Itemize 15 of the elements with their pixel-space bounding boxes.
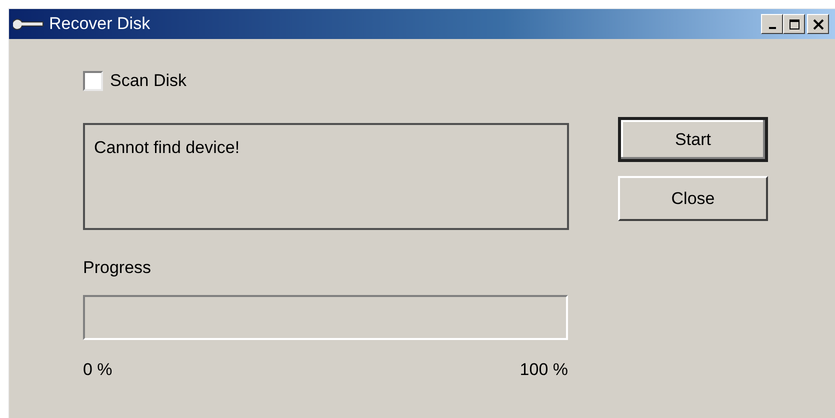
- scan-disk-checkbox[interactable]: [83, 70, 103, 91]
- maximize-icon: [788, 18, 800, 30]
- message-text: Cannot find device!: [94, 138, 240, 156]
- maximize-button[interactable]: [783, 14, 805, 34]
- checkbox-label: Scan Disk: [110, 70, 187, 92]
- progress-label: Progress: [83, 256, 152, 278]
- close-button[interactable]: [807, 14, 829, 34]
- close-button[interactable]: Close: [618, 176, 768, 221]
- minimize-icon: [768, 26, 776, 28]
- min-label: 0 %: [83, 359, 112, 381]
- max-label: 100 %: [520, 359, 568, 381]
- window-title: Recover Disk: [49, 13, 150, 36]
- minimize-button[interactable]: [761, 14, 783, 34]
- start-button[interactable]: Start: [618, 117, 768, 162]
- close-icon: [812, 18, 824, 30]
